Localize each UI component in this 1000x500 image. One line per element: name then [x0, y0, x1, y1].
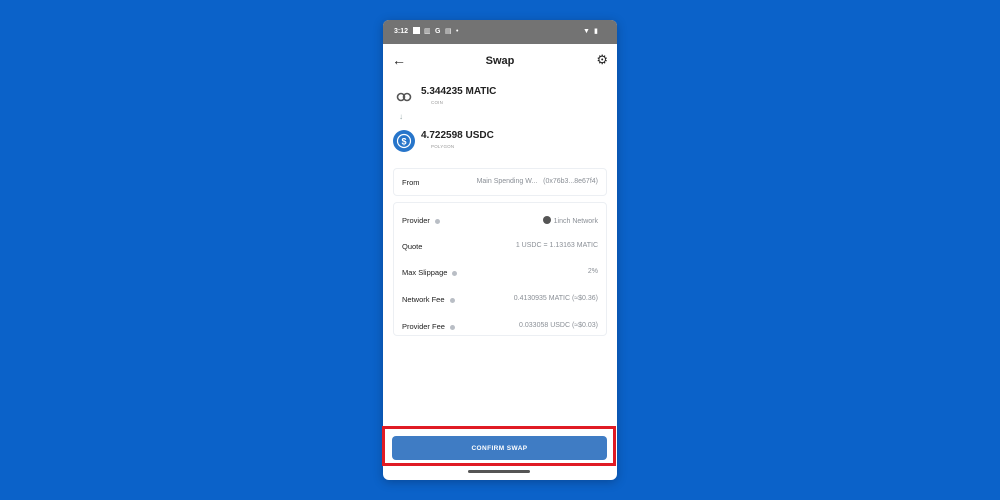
- detail-label: Provider Fee: [402, 322, 445, 331]
- status-time: 3:12: [394, 28, 409, 35]
- from-token-network: COIN: [431, 100, 444, 105]
- to-token-amount: 4.722598 USDC: [421, 130, 494, 141]
- swap-details-card: Provider 1inch Network Quote 1 USDC = 1.…: [393, 202, 607, 336]
- detail-value: 0.4130935 MATIC (≈$0.36): [513, 295, 598, 302]
- status-bar: 3:12 ▥ G ▤ • ▼ ▮: [383, 20, 617, 44]
- detail-value: 1inch Network: [553, 218, 598, 225]
- home-indicator[interactable]: [468, 470, 530, 473]
- to-token-network: POLYGON: [431, 144, 455, 149]
- from-token-row: 5.344235 MATIC COIN: [393, 86, 607, 112]
- detail-row-provider: Provider 1inch Network: [394, 213, 606, 229]
- confirm-swap-button[interactable]: CONFIRM SWAP: [392, 436, 607, 460]
- detail-value: 2%: [587, 268, 598, 275]
- arrow-down-icon: ↓: [399, 112, 403, 121]
- wallet-name: Main Spending W...: [476, 178, 538, 185]
- square-icon: [413, 27, 420, 34]
- detail-row-network-fee: Network Fee 0.4130935 MATIC (≈$0.36): [394, 292, 606, 308]
- to-token-row: $ 4.722598 USDC POLYGON: [393, 130, 607, 156]
- detail-label: Max Slippage: [402, 268, 448, 277]
- provider-logo-icon: [542, 216, 551, 224]
- from-label: From: [402, 178, 420, 187]
- detail-value: 1 USDC = 1.13163 MATIC: [515, 242, 598, 249]
- phone-screen: 3:12 ▥ G ▤ • ▼ ▮ ← Swap ⚙ 5.344235 MATIC…: [383, 20, 617, 480]
- from-wallet-card[interactable]: From Main Spending W... (0x76b3...8e67f4…: [393, 168, 607, 196]
- settings-gear-icon[interactable]: ⚙: [596, 52, 608, 68]
- detail-value: 0.033058 USDC (≈$0.03): [519, 322, 598, 329]
- usdc-icon: $: [393, 130, 415, 152]
- dot-icon: •: [456, 27, 459, 35]
- info-icon[interactable]: [434, 218, 440, 224]
- info-icon[interactable]: [449, 297, 455, 303]
- wallet-address: (0x76b3...8e67f4): [543, 178, 598, 185]
- image-icon: ▥: [424, 28, 431, 35]
- detail-row-provider-fee: Provider Fee 0.033058 USDC (≈$0.03): [394, 319, 606, 335]
- svg-text:$: $: [401, 137, 406, 147]
- photo-icon: ▤: [445, 28, 452, 35]
- detail-row-quote: Quote 1 USDC = 1.13163 MATIC: [394, 239, 606, 255]
- info-icon[interactable]: [449, 324, 455, 330]
- info-icon[interactable]: [452, 270, 458, 276]
- from-wallet-value: Main Spending W... (0x76b3...8e67f4): [477, 178, 598, 185]
- wifi-icon: ▼: [583, 27, 590, 35]
- from-token-amount: 5.344235 MATIC: [421, 86, 497, 97]
- detail-row-max-slippage: Max Slippage 2%: [394, 265, 606, 281]
- battery-icon: ▮: [594, 28, 598, 35]
- google-icon: G: [435, 27, 441, 35]
- page-title: Swap: [485, 55, 515, 67]
- detail-label: Provider: [402, 216, 430, 225]
- detail-label: Quote: [402, 242, 423, 251]
- detail-label: Network Fee: [402, 295, 445, 304]
- app-bar: ← Swap ⚙: [383, 44, 617, 80]
- polygon-icon: [393, 86, 415, 108]
